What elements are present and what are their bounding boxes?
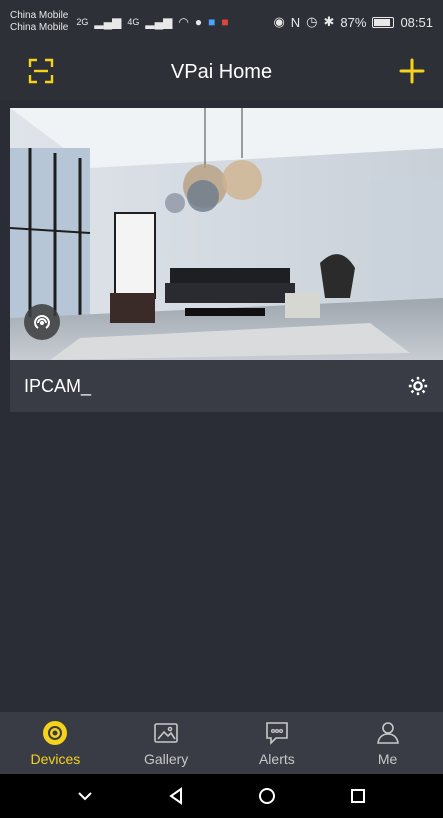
bottom-nav: Devices Gallery Alerts Me — [0, 712, 443, 774]
status-bar: China Mobile China Mobile 2G ▂▄▆ 4G ▂▄▆ … — [0, 0, 443, 44]
alarm-icon: ◷ — [306, 14, 318, 29]
carrier-2: China Mobile — [10, 22, 69, 33]
nav-label: Me — [377, 751, 398, 767]
carrier-1: China Mobile — [10, 10, 69, 21]
signal-icon: ▂▄▆ — [145, 15, 173, 29]
chevron-down-icon[interactable] — [74, 785, 96, 807]
nav-label: Gallery — [143, 751, 189, 767]
wifi-icon: ◠ — [178, 15, 189, 29]
bluetooth-icon: ✱ — [323, 14, 335, 29]
battery-icon — [372, 16, 395, 28]
plus-icon[interactable] — [399, 58, 425, 84]
signal-indicators: 2G ▂▄▆ 4G ▂▄▆ ◠ ● ■ ■ — [76, 15, 228, 29]
device-name: IPCAM_ — [24, 375, 92, 396]
carrier-info: China Mobile China Mobile — [10, 10, 68, 34]
time: 08:51 — [400, 14, 433, 30]
nfc-icon: N — [290, 14, 301, 30]
page-title: VPai Home — [170, 60, 273, 83]
broadcast-badge[interactable] — [24, 304, 60, 340]
app-header: VPai Home — [0, 44, 443, 100]
camera-preview-image — [10, 108, 443, 360]
app-notification-icon: ■ — [221, 15, 229, 29]
recent-apps-icon[interactable] — [347, 785, 369, 807]
network-1-label: 2G — [76, 17, 89, 27]
devices-icon — [43, 721, 68, 745]
chat-icon: ● — [194, 15, 203, 29]
status-right: ◉ N ◷ ✱ 87% 08:51 — [273, 14, 433, 30]
gear-icon[interactable] — [407, 375, 429, 397]
nav-gallery[interactable]: Gallery — [111, 712, 222, 774]
home-icon[interactable] — [256, 785, 278, 807]
device-row[interactable]: IPCAM_ — [10, 360, 443, 412]
alerts-icon — [266, 722, 288, 745]
signal-icon: ▂▄▆ — [94, 15, 122, 29]
back-icon[interactable] — [165, 785, 187, 807]
nav-label: Devices — [30, 751, 81, 767]
android-nav-bar — [0, 774, 443, 818]
gallery-icon — [154, 723, 178, 743]
camera-preview[interactable] — [10, 108, 443, 360]
nav-devices[interactable]: Devices — [0, 712, 111, 774]
scan-icon[interactable] — [28, 58, 54, 84]
nav-me[interactable]: Me — [332, 712, 443, 774]
device-list-empty-area — [10, 412, 443, 712]
eye-icon: ◉ — [273, 14, 285, 29]
broadcast-icon — [34, 315, 50, 329]
user-icon — [376, 722, 399, 744]
battery-percent: 87% — [340, 14, 367, 30]
nav-label: Alerts — [258, 751, 295, 767]
network-2-label: 4G — [127, 17, 140, 27]
app-notification-icon: ■ — [208, 15, 216, 29]
nav-alerts[interactable]: Alerts — [222, 712, 333, 774]
